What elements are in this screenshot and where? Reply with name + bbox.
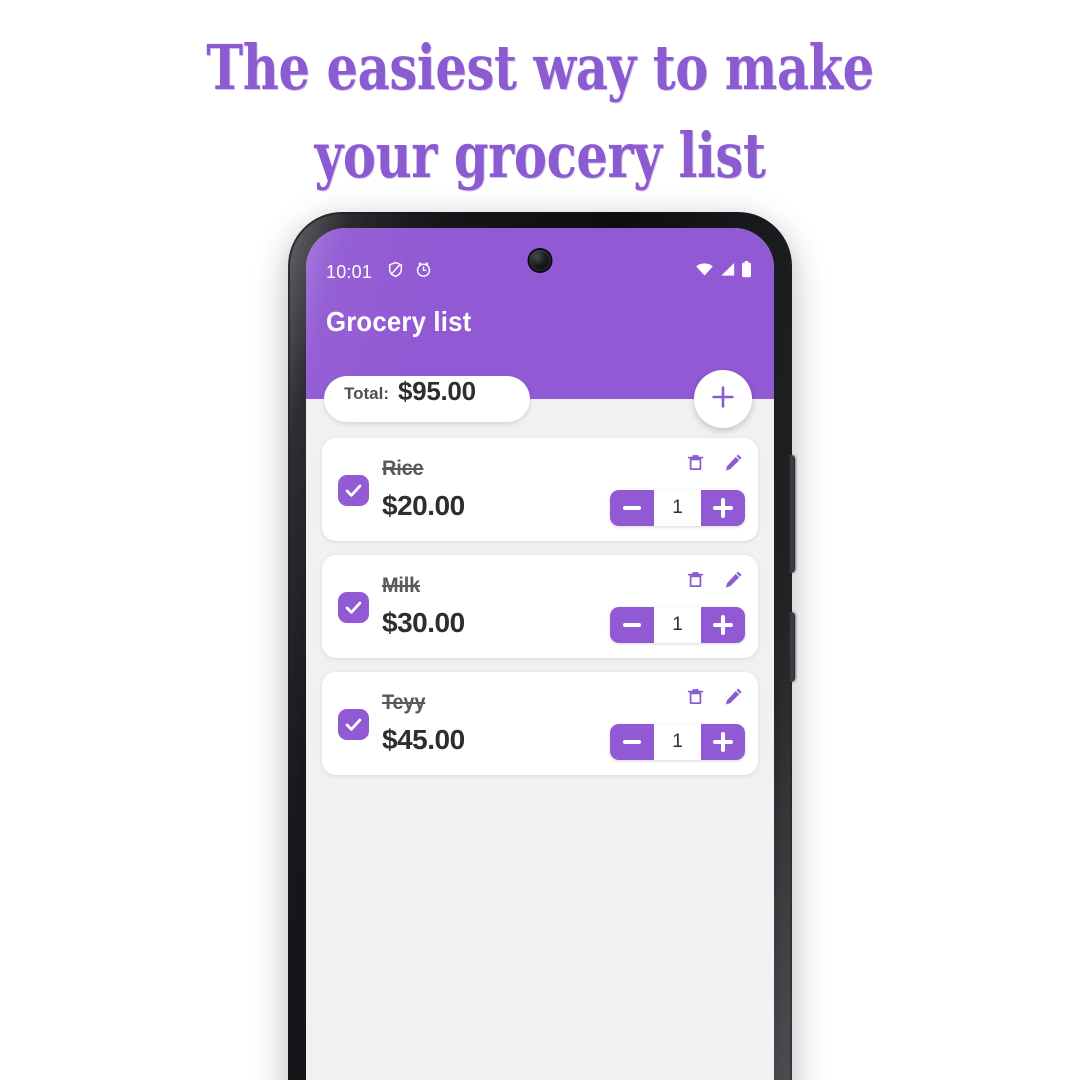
status-time: 10:01 (326, 261, 373, 282)
item-actions (685, 569, 744, 595)
plus-icon (710, 384, 736, 415)
phone-mockup: 10:01 Grocery list Total: $95.00 Rice $2… (288, 212, 795, 1080)
quantity-value[interactable]: 1 (654, 607, 701, 643)
phone-screen: 10:01 Grocery list Total: $95.00 Rice $2… (306, 228, 774, 1080)
quantity-decrement-button[interactable] (610, 490, 654, 526)
quantity-increment-button[interactable] (701, 607, 745, 643)
item-name: Rice (382, 457, 424, 480)
quantity-value[interactable]: 1 (654, 490, 701, 526)
battery-icon (741, 261, 752, 283)
page-title: Grocery list (326, 306, 472, 337)
promo-headline: The easiest way to make your grocery lis… (108, 24, 972, 200)
item-actions (685, 452, 744, 478)
pencil-icon[interactable] (723, 452, 744, 478)
minus-icon (623, 506, 641, 510)
grocery-list: Rice $20.00 1 Milk $30.00 1 Teyy $45.00 … (306, 399, 774, 1080)
trash-icon[interactable] (685, 569, 706, 595)
headline-line-1: The easiest way to make (206, 31, 874, 104)
pencil-icon[interactable] (723, 569, 744, 595)
item-price: $45.00 (382, 724, 465, 755)
status-left-icons (387, 261, 432, 283)
list-item[interactable]: Teyy $45.00 1 (322, 672, 758, 775)
power-button[interactable] (788, 612, 795, 682)
trash-icon[interactable] (685, 452, 706, 478)
minus-icon (623, 623, 641, 627)
quantity-decrement-button[interactable] (610, 607, 654, 643)
quantity-stepper[interactable]: 1 (610, 724, 745, 760)
cell-signal-icon (719, 262, 736, 282)
item-price: $30.00 (382, 607, 465, 638)
plus-icon (713, 498, 733, 518)
pencil-icon[interactable] (723, 686, 744, 712)
quantity-increment-button[interactable] (701, 490, 745, 526)
trash-icon[interactable] (685, 686, 706, 712)
headline-line-2: your grocery list (314, 119, 766, 192)
item-name: Teyy (382, 691, 426, 714)
total-value: $95.00 (398, 376, 476, 406)
check-icon (345, 601, 362, 614)
do-not-disturb-icon (387, 261, 404, 283)
item-checkbox[interactable] (338, 592, 369, 623)
check-icon (345, 484, 362, 497)
status-right-icons (695, 261, 752, 283)
total-label: Total: (344, 384, 390, 403)
quantity-stepper[interactable]: 1 (610, 490, 745, 526)
front-camera-icon (529, 250, 551, 271)
add-item-fab[interactable] (694, 370, 752, 428)
volume-rocker-button[interactable] (788, 455, 795, 573)
item-price: $20.00 (382, 490, 465, 521)
promo-screenshot: The easiest way to make your grocery lis… (0, 0, 1080, 1080)
quantity-increment-button[interactable] (701, 724, 745, 760)
wifi-icon (695, 262, 714, 282)
item-actions (685, 686, 744, 712)
list-item[interactable]: Rice $20.00 1 (322, 438, 758, 541)
check-icon (345, 718, 362, 731)
item-name: Milk (382, 574, 421, 597)
list-item[interactable]: Milk $30.00 1 (322, 555, 758, 658)
quantity-value[interactable]: 1 (654, 724, 701, 760)
item-checkbox[interactable] (338, 709, 369, 740)
total-chip: Total: $95.00 (324, 376, 530, 422)
item-checkbox[interactable] (338, 475, 369, 506)
minus-icon (623, 740, 641, 744)
quantity-decrement-button[interactable] (610, 724, 654, 760)
alarm-icon (415, 261, 432, 283)
plus-icon (713, 615, 733, 635)
plus-icon (713, 732, 733, 752)
quantity-stepper[interactable]: 1 (610, 607, 745, 643)
